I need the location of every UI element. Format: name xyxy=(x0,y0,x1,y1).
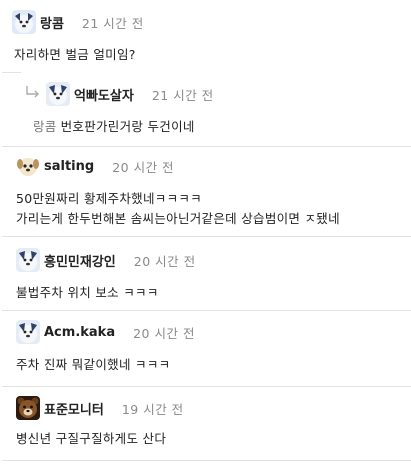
comment-text: 50만원짜리 황제주차했네ㅋㅋㅋㅋ xyxy=(16,191,202,206)
reply-comment-item: 억빠도살자 21 시간 전 랑콤 번호판가린거랑 두건이네 xyxy=(21,72,411,144)
comment-time: 20 시간 전 xyxy=(112,159,175,175)
comment-text: 주차 진짜 뭐같이했네 ㅋㅋㅋ xyxy=(16,357,171,372)
divider xyxy=(2,310,411,311)
bear-avatar-icon[interactable] xyxy=(16,396,40,420)
dog-avatar-icon[interactable] xyxy=(16,248,40,272)
comment-author[interactable]: 흥민민재강인 xyxy=(44,251,116,270)
comment-text: 랑콤 번호판가린거랑 두건이네 xyxy=(33,116,195,135)
comment-time: 20 시간 전 xyxy=(133,253,196,269)
divider xyxy=(2,386,411,387)
reply-mention[interactable]: 랑콤 xyxy=(33,119,57,134)
comment-author[interactable]: salting xyxy=(44,159,94,174)
comment-text: 자리하면 벌금 얼미임? xyxy=(14,47,136,62)
comment-author[interactable]: Acm.kaka xyxy=(44,325,115,340)
comment-author[interactable]: 표준모니터 xyxy=(44,399,104,418)
puppy-avatar-icon[interactable] xyxy=(16,154,40,178)
comment-author[interactable]: 랑콤 xyxy=(40,13,64,32)
comment-time: 21 시간 전 xyxy=(81,15,144,31)
divider xyxy=(2,146,411,147)
dog-avatar-icon[interactable] xyxy=(16,320,40,344)
dog-avatar-icon[interactable] xyxy=(12,10,36,34)
dog-avatar-icon[interactable] xyxy=(46,82,70,106)
comment-author[interactable]: 억빠도살자 xyxy=(74,85,134,104)
comment-text: 가리는게 한두번해본 솜씨는아닌거같은데 상습범이면 ㅈ됐네 xyxy=(16,211,340,226)
comment-time: 19 시간 전 xyxy=(121,401,184,417)
comment-text-content: 번호판가린거랑 두건이네 xyxy=(60,119,195,134)
reply-arrow-icon xyxy=(26,86,39,98)
comment-text: 불법주차 위치 보소 ㅋㅋㅋ xyxy=(16,285,159,300)
comment-time: 21 시간 전 xyxy=(151,87,214,103)
comment-time: 20 시간 전 xyxy=(133,325,195,341)
divider xyxy=(2,236,411,237)
comment-text: 병신년 구질구질하게도 산다 xyxy=(16,431,167,446)
divider xyxy=(2,460,411,461)
